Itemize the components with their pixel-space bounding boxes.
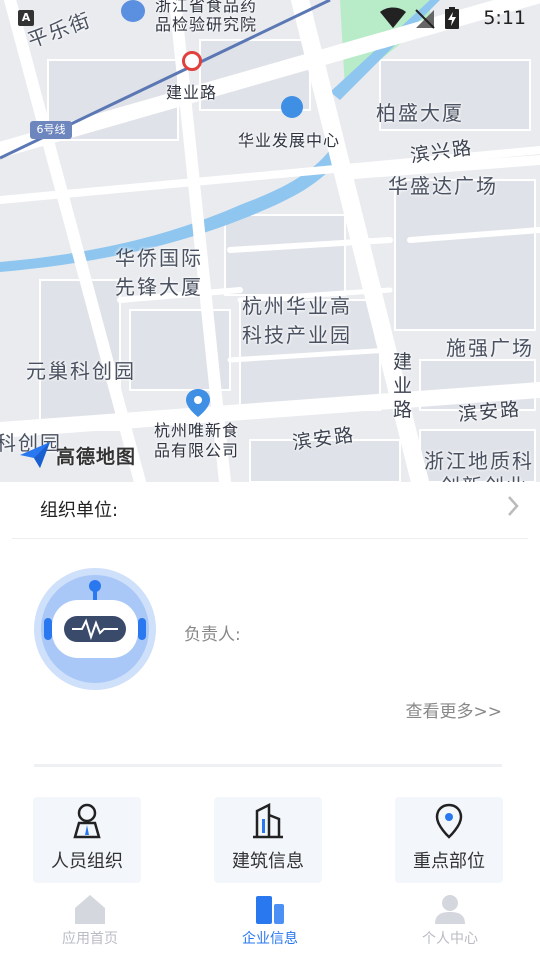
- tile-key-location[interactable]: 重点部位: [395, 797, 503, 883]
- robot-avatar: [34, 568, 156, 690]
- view-more-link[interactable]: 查看更多>>: [406, 697, 503, 722]
- metro-badge-text: 6号线: [36, 123, 66, 136]
- amap-logo: 高德地图: [18, 440, 136, 470]
- label-huashengda: 华盛达广场: [388, 174, 498, 198]
- label-weixin-2: 品有限公司: [154, 441, 240, 460]
- enterprise-icon: [256, 896, 284, 924]
- nav-home[interactable]: 应用首页: [0, 884, 180, 960]
- org-divider: [12, 538, 528, 539]
- nav-enterprise-label: 企业信息: [242, 931, 298, 947]
- person-icon: [73, 803, 101, 839]
- nav-profile-label: 个人中心: [422, 931, 478, 947]
- label-shiqiang: 施强广场: [446, 336, 534, 360]
- user-icon: [435, 895, 465, 924]
- bottom-nav: 应用首页 企业信息 个人中心: [0, 884, 540, 960]
- nav-home-label: 应用首页: [62, 931, 118, 947]
- label-hangzhou-huaye-2: 科技产业园: [242, 323, 352, 347]
- status-bar: A 5:11: [0, 0, 540, 36]
- label-hangzhou-huaye-1: 杭州华业高: [242, 294, 352, 318]
- tile-personnel-label: 人员组织: [51, 851, 123, 872]
- label-huaqiao-2: 先锋大厦: [115, 275, 203, 299]
- label-binan-road-right: 滨安路: [457, 398, 522, 426]
- label-yuanchao: 元巢科创园: [26, 359, 136, 383]
- chevron-right-icon: [508, 496, 519, 516]
- wifi-icon: [380, 7, 406, 28]
- amap-logo-icon: [20, 442, 50, 468]
- label-baisheng: 柏盛大厦: [376, 101, 464, 125]
- tile-key-location-label: 重点部位: [413, 851, 485, 872]
- tile-building[interactable]: 建筑信息: [214, 797, 322, 883]
- nav-profile[interactable]: 个人中心: [360, 884, 540, 960]
- label-jianye-road-vertical: 建业路: [393, 351, 415, 421]
- tile-personnel[interactable]: 人员组织: [33, 797, 141, 883]
- location-pin-icon: [435, 803, 463, 839]
- org-unit-label: 组织单位:: [40, 500, 119, 521]
- battery-charging-icon: [445, 7, 459, 29]
- label-geology-2: 创新创业: [440, 470, 528, 482]
- signal-icon: [415, 9, 435, 29]
- section-divider: [34, 764, 502, 767]
- label-jianye-road-top: 建业路: [166, 83, 218, 102]
- metro-station-icon[interactable]: [182, 51, 202, 71]
- tile-building-label: 建筑信息: [232, 851, 304, 872]
- home-icon: [75, 895, 105, 924]
- label-huaye-center: 华业发展中心: [238, 131, 341, 150]
- metro-badge: 6号线: [30, 121, 72, 139]
- map-view[interactable]: 6号线 平乐街 浙江省食品药 品检验研究院 建业路 华业发展中心 柏盛大厦 滨兴…: [0, 0, 540, 482]
- app-screen: 6号线 平乐街 浙江省食品药 品检验研究院 建业路 华业发展中心 柏盛大厦 滨兴…: [0, 0, 540, 960]
- company-pin-icon[interactable]: [186, 389, 210, 417]
- status-time: 5:11: [483, 7, 526, 29]
- system-icons: [380, 6, 460, 30]
- manager-label: 负责人:: [184, 625, 241, 645]
- building-icon: [253, 803, 283, 839]
- label-huaqiao-1: 华侨国际: [115, 246, 203, 270]
- amap-logo-text: 高德地图: [56, 445, 137, 468]
- office-pin-icon[interactable]: [281, 96, 303, 118]
- org-unit-row[interactable]: 组织单位:: [0, 482, 540, 538]
- nav-enterprise[interactable]: 企业信息: [180, 884, 360, 960]
- notification-a-icon: A: [18, 10, 34, 26]
